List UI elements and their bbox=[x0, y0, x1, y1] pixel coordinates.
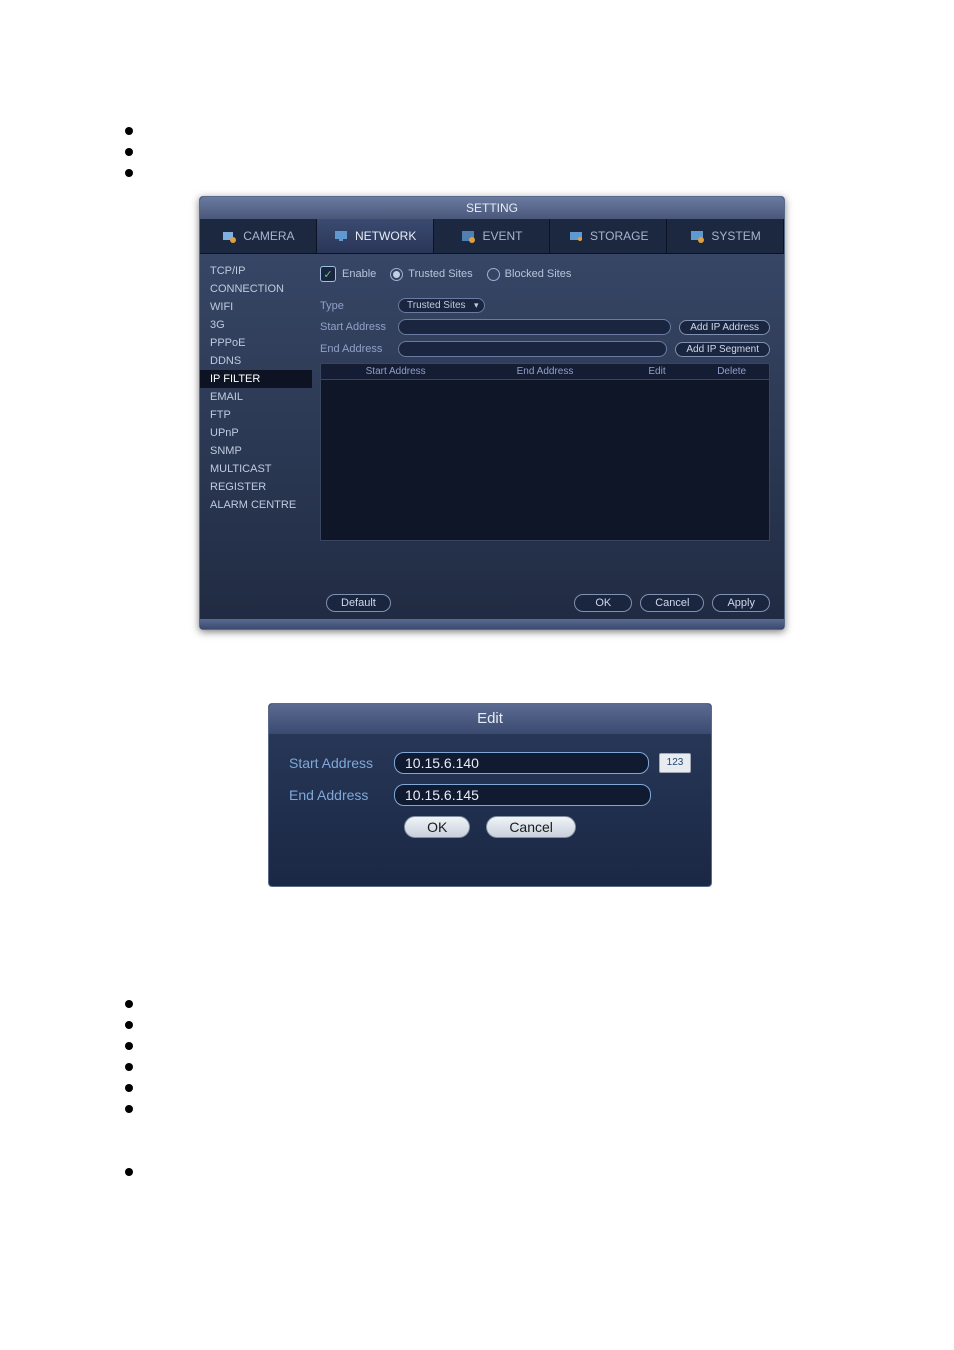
bottom-button-row: Default OK Cancel Apply bbox=[326, 594, 770, 612]
sidebar: TCP/IP CONNECTION WIFI 3G PPPoE DDNS IP … bbox=[200, 254, 312, 620]
edit-start-input[interactable]: 10.15.6.140 bbox=[394, 752, 649, 774]
col-start: Start Address bbox=[321, 366, 470, 377]
add-ip-segment-button[interactable]: Add IP Segment bbox=[675, 342, 770, 357]
col-end: End Address bbox=[470, 366, 619, 377]
keypad-icon[interactable]: 123 bbox=[659, 753, 691, 773]
tab-system[interactable]: SYSTEM bbox=[667, 219, 784, 253]
enable-label: Enable bbox=[342, 268, 376, 280]
edit-dialog: Edit Start Address 10.15.6.140 123 End A… bbox=[268, 703, 712, 887]
sidebar-item-3g[interactable]: 3G bbox=[200, 316, 312, 334]
cancel-button[interactable]: Cancel bbox=[640, 594, 704, 612]
bullet bbox=[125, 1063, 133, 1071]
type-label: Type bbox=[320, 300, 398, 312]
edit-ok-button[interactable]: OK bbox=[404, 816, 470, 838]
bullet bbox=[125, 1084, 133, 1092]
end-address-input[interactable] bbox=[398, 341, 667, 357]
tab-network[interactable]: NETWORK bbox=[317, 219, 434, 253]
settings-dialog: SETTING CAMERA NETWORK EVENT STORAGE bbox=[199, 196, 785, 630]
start-address-label: Start Address bbox=[320, 321, 398, 333]
tab-label: STORAGE bbox=[590, 229, 648, 243]
sidebar-item-connection[interactable]: CONNECTION bbox=[200, 280, 312, 298]
bullet bbox=[125, 127, 133, 135]
apply-button[interactable]: Apply bbox=[712, 594, 770, 612]
tab-label: NETWORK bbox=[355, 229, 416, 243]
sidebar-item-pppoe[interactable]: PPPoE bbox=[200, 334, 312, 352]
event-icon bbox=[460, 228, 476, 244]
tab-row: CAMERA NETWORK EVENT STORAGE SYSTEM bbox=[200, 219, 784, 254]
tab-label: EVENT bbox=[482, 229, 522, 243]
default-button[interactable]: Default bbox=[326, 594, 391, 612]
tab-storage[interactable]: STORAGE bbox=[550, 219, 667, 253]
bullet bbox=[125, 1168, 133, 1176]
sidebar-item-wifi[interactable]: WIFI bbox=[200, 298, 312, 316]
sidebar-item-register[interactable]: REGISTER bbox=[200, 478, 312, 496]
bullet bbox=[125, 1000, 133, 1008]
dialog-footer-strip bbox=[200, 619, 784, 629]
sidebar-item-email[interactable]: EMAIL bbox=[200, 388, 312, 406]
edit-end-label: End Address bbox=[289, 787, 394, 803]
tab-camera[interactable]: CAMERA bbox=[200, 219, 317, 253]
sidebar-item-tcpip[interactable]: TCP/IP bbox=[200, 262, 312, 280]
sidebar-item-alarmcentre[interactable]: ALARM CENTRE bbox=[200, 496, 312, 514]
ok-button[interactable]: OK bbox=[574, 594, 632, 612]
bullet bbox=[125, 1042, 133, 1050]
type-select[interactable]: Trusted Sites bbox=[398, 298, 485, 313]
radio-trusted-label: Trusted Sites bbox=[408, 268, 472, 280]
bullet bbox=[125, 148, 133, 156]
radio-trusted[interactable] bbox=[390, 268, 403, 281]
dialog-title: SETTING bbox=[200, 197, 784, 219]
sidebar-item-upnp[interactable]: UPnP bbox=[200, 424, 312, 442]
sidebar-item-ddns[interactable]: DDNS bbox=[200, 352, 312, 370]
sidebar-item-snmp[interactable]: SNMP bbox=[200, 442, 312, 460]
tab-label: SYSTEM bbox=[711, 229, 760, 243]
radio-blocked[interactable] bbox=[487, 268, 500, 281]
add-ip-address-button[interactable]: Add IP Address bbox=[679, 320, 770, 335]
tab-event[interactable]: EVENT bbox=[434, 219, 551, 253]
bullet bbox=[125, 1021, 133, 1029]
sidebar-item-multicast[interactable]: MULTICAST bbox=[200, 460, 312, 478]
radio-blocked-label: Blocked Sites bbox=[505, 268, 572, 280]
sidebar-item-ipfilter[interactable]: IP FILTER bbox=[200, 370, 312, 388]
table-body bbox=[320, 380, 770, 541]
network-icon bbox=[333, 228, 349, 244]
edit-dialog-title: Edit bbox=[269, 704, 711, 734]
edit-start-label: Start Address bbox=[289, 755, 394, 771]
content-panel: ✓ Enable Trusted Sites Blocked Sites Typ… bbox=[312, 254, 784, 620]
sidebar-item-ftp[interactable]: FTP bbox=[200, 406, 312, 424]
camera-icon bbox=[221, 228, 237, 244]
bullet bbox=[125, 169, 133, 177]
end-address-label: End Address bbox=[320, 343, 398, 355]
col-delete: Delete bbox=[694, 366, 769, 377]
table-header: Start Address End Address Edit Delete bbox=[320, 363, 770, 380]
bullet bbox=[125, 1105, 133, 1113]
edit-end-input[interactable]: 10.15.6.145 bbox=[394, 784, 651, 806]
col-edit: Edit bbox=[620, 366, 695, 377]
system-icon bbox=[689, 228, 705, 244]
start-address-input[interactable] bbox=[398, 319, 671, 335]
edit-cancel-button[interactable]: Cancel bbox=[486, 816, 576, 838]
enable-checkbox[interactable]: ✓ bbox=[320, 266, 336, 282]
tab-label: CAMERA bbox=[243, 229, 294, 243]
storage-icon bbox=[568, 228, 584, 244]
